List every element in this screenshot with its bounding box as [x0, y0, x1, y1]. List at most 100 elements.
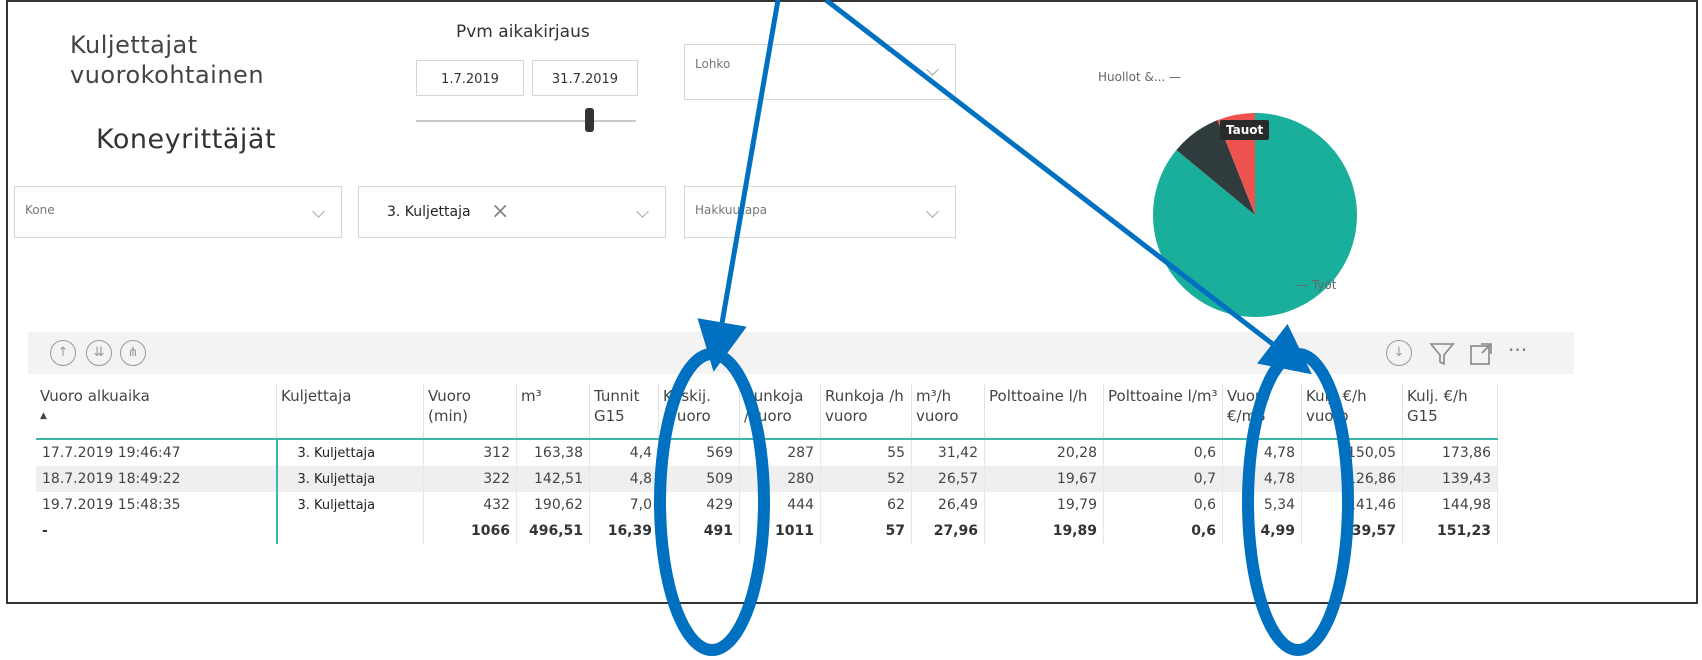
- table-cell: 429: [658, 492, 740, 518]
- table-header-row: Vuoro alkuaika ▲ Kuljettaja Vuoro (min) m³ Tu…: [36, 384, 1498, 440]
- table-cell: 141,46: [1301, 492, 1403, 518]
- column-header[interactable]: m³: [516, 384, 590, 440]
- clear-selection-icon[interactable]: ×: [491, 199, 509, 224]
- table-cell: 1011: [739, 518, 821, 544]
- drill-down-icon[interactable]: ⇊: [86, 340, 112, 366]
- table-cell: 19.7.2019 15:48:35: [36, 492, 277, 518]
- table-cell: 569: [658, 439, 740, 466]
- kone-dropdown[interactable]: Kone: [14, 186, 342, 238]
- column-header[interactable]: Vuoro alkuaika ▲: [36, 384, 277, 440]
- table-cell: 4,8: [589, 466, 659, 492]
- table-cell: 17.7.2019 19:46:47: [36, 439, 277, 466]
- table-cell: 26,49: [911, 492, 985, 518]
- column-header[interactable]: Polttoaine l/m³: [1103, 384, 1223, 440]
- column-header[interactable]: Kulj. €/h G15: [1402, 384, 1498, 440]
- shift-table: Vuoro alkuaika ▲ Kuljettaja Vuoro (min) m³ Tu…: [36, 384, 1498, 544]
- table-cell: 3. Kuljettaja: [275, 492, 424, 518]
- expand-hierarchy-icon[interactable]: ⋔: [120, 340, 146, 366]
- table-cell: 163,38: [516, 439, 590, 466]
- table-cell: [275, 518, 424, 544]
- table-cell: 190,62: [516, 492, 590, 518]
- column-header[interactable]: Polttoaine l/h: [984, 384, 1104, 440]
- arrow-up-icon[interactable]: ↑: [50, 340, 76, 366]
- table-cell: 0,6: [1103, 518, 1223, 544]
- chevron-down-icon: [312, 205, 325, 218]
- date-slider-handle[interactable]: [585, 108, 594, 132]
- table-cell: 20,28: [984, 439, 1104, 466]
- column-header[interactable]: Kulj. €/h vuoro: [1301, 384, 1403, 440]
- table-cell: 57: [820, 518, 912, 544]
- column-header[interactable]: Runkoja /h vuoro: [820, 384, 912, 440]
- focus-mode-icon[interactable]: [1468, 341, 1494, 367]
- table-cell: 509: [658, 466, 740, 492]
- chevron-down-icon: [636, 205, 649, 218]
- table-cell: 444: [739, 492, 821, 518]
- table-cell: 496,51: [516, 518, 590, 544]
- table-cell: 19,89: [984, 518, 1104, 544]
- table-cell: 151,23: [1402, 518, 1498, 544]
- table-cell: 31,42: [911, 439, 985, 466]
- more-options-icon[interactable]: ···: [1508, 338, 1527, 362]
- table-cell: 55: [820, 439, 912, 466]
- table-cell: 491: [658, 518, 740, 544]
- table-cell: 432: [423, 492, 517, 518]
- lohko-dropdown[interactable]: Lohko: [684, 44, 956, 100]
- column-header[interactable]: Tunnit G15: [589, 384, 659, 440]
- table-row[interactable]: 18.7.2019 18:49:22 3. Kuljettaja 322 142,51…: [36, 466, 1498, 492]
- sort-ascending-icon[interactable]: ▲: [40, 406, 272, 426]
- table-cell: 287: [739, 439, 821, 466]
- table-cell: 27,96: [911, 518, 985, 544]
- chevron-down-icon: [926, 63, 939, 76]
- chevron-down-icon: [926, 205, 939, 218]
- date-slicer-label: Pvm aikakirjaus: [456, 22, 590, 42]
- column-header[interactable]: Vuoro (min): [423, 384, 517, 440]
- table-cell: 322: [423, 466, 517, 492]
- kuljettaja-dropdown[interactable]: 3. Kuljettaja ×: [358, 186, 666, 238]
- table-cell: 312: [423, 439, 517, 466]
- table-row[interactable]: 17.7.2019 19:46:47 3. Kuljettaja 312 163,38…: [36, 439, 1498, 466]
- table-cell: 150,05: [1301, 439, 1403, 466]
- table-cell: 0,6: [1103, 492, 1223, 518]
- hakkuutapa-dropdown[interactable]: Hakkuutapa: [684, 186, 956, 238]
- table-cell: 173,86: [1402, 439, 1498, 466]
- table-cell: 4,4: [589, 439, 659, 466]
- column-header[interactable]: Keskij. /vuoro: [658, 384, 740, 440]
- table-cell: 139,43: [1402, 466, 1498, 492]
- table-cell: -: [36, 518, 277, 544]
- table-row[interactable]: 19.7.2019 15:48:35 3. Kuljettaja 432 190,62…: [36, 492, 1498, 518]
- table-cell: 18.7.2019 18:49:22: [36, 466, 277, 492]
- table-cell: 126,86: [1301, 466, 1403, 492]
- end-date-input[interactable]: 31.7.2019: [532, 60, 638, 96]
- filter-icon[interactable]: [1428, 340, 1456, 368]
- table-cell: 280: [739, 466, 821, 492]
- table-cell: 144,98: [1402, 492, 1498, 518]
- column-header[interactable]: m³/h vuoro: [911, 384, 985, 440]
- title-line-2: vuorokohtainen: [70, 61, 265, 89]
- table-header-band: [28, 332, 1574, 374]
- table-cell: 4,78: [1222, 466, 1302, 492]
- table-cell: 5,34: [1222, 492, 1302, 518]
- date-range-slider[interactable]: [416, 120, 636, 122]
- table-cell: 142,51: [516, 466, 590, 492]
- table-cell: 1066: [423, 518, 517, 544]
- pie-label-huollot: Huollot &... —: [1098, 70, 1182, 84]
- start-date-input[interactable]: 1.7.2019: [416, 60, 524, 96]
- table-cell: 4,78: [1222, 439, 1302, 466]
- column-header[interactable]: Kuljettaja: [276, 384, 424, 440]
- report-title: Kuljettajat vuorokohtainen: [70, 30, 264, 90]
- table-cell: 139,57: [1301, 518, 1403, 544]
- table-cell: 3. Kuljettaja: [275, 466, 424, 492]
- table-cell: 26,57: [911, 466, 985, 492]
- table-cell: 19,67: [984, 466, 1104, 492]
- pie-label-tyot: — Työt: [1296, 278, 1337, 292]
- column-header[interactable]: Vuoro €/m3: [1222, 384, 1302, 440]
- table-cell: 7,0: [589, 492, 659, 518]
- table-cell: 19,79: [984, 492, 1104, 518]
- total-row[interactable]: - 1066 496,51 16,39 491 1011 57 27,96 19,89 0,6 4,…: [36, 518, 1498, 544]
- download-icon[interactable]: ↓: [1386, 340, 1412, 366]
- kone-label: Kone: [25, 203, 55, 217]
- column-header[interactable]: Runkoja /vuoro: [739, 384, 821, 440]
- pie-tooltip: Tauot: [1220, 120, 1270, 140]
- lohko-label: Lohko: [695, 57, 731, 71]
- title-line-1: Kuljettajat: [70, 31, 198, 59]
